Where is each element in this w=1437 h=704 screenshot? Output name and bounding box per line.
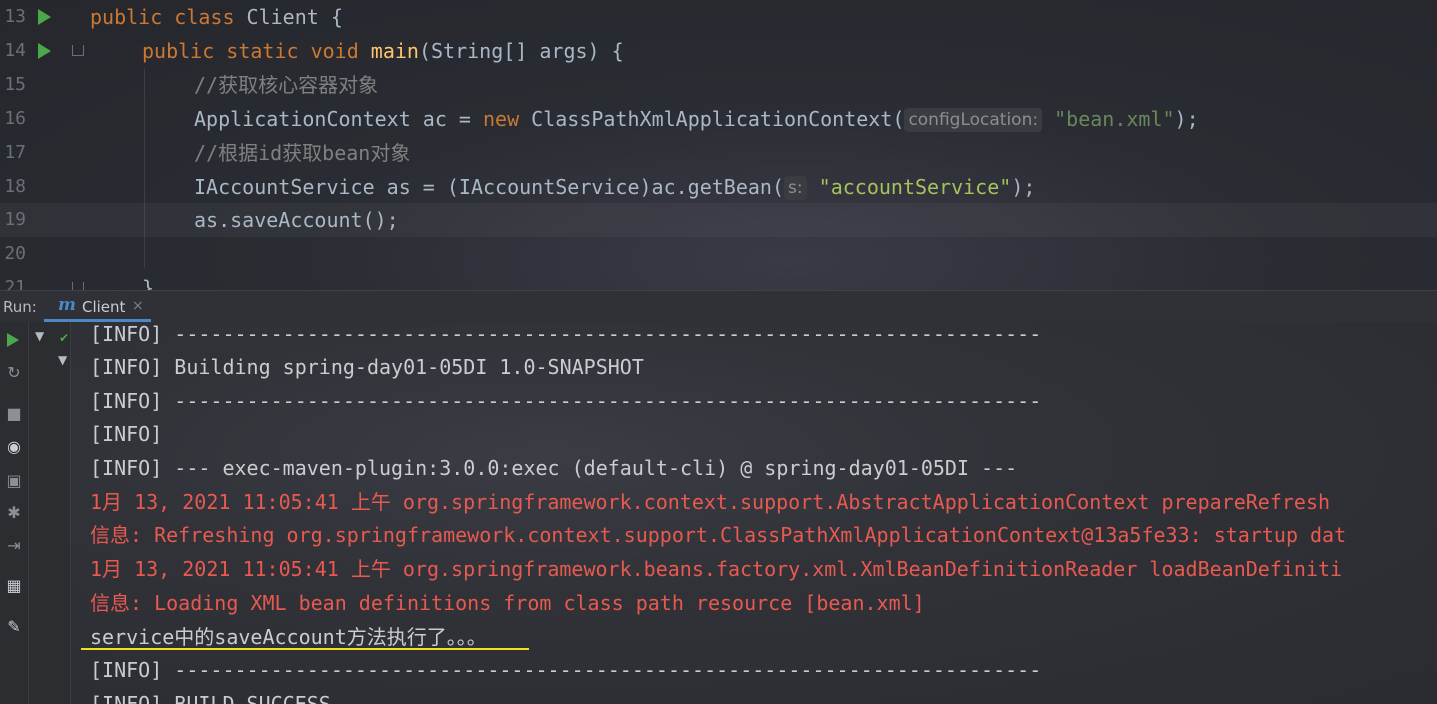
code-token: ClassPathXmlApplicationContext( xyxy=(531,107,905,131)
console-line: [INFO] xyxy=(90,422,163,446)
run-tool-window-header: Run: m Client × xyxy=(0,290,1437,324)
eye-icon[interactable]: ◉ xyxy=(3,436,25,458)
code-token: ApplicationContext ac = xyxy=(194,107,483,131)
code-token: new xyxy=(482,107,532,131)
code-line[interactable]: 17 //根据id获取bean对象 xyxy=(0,136,1437,170)
code-line[interactable]: 19 as.saveAccount(); xyxy=(0,203,1437,237)
code-token: //获取核心容器对象 xyxy=(194,73,379,97)
code-line[interactable]: 21} xyxy=(0,271,1437,290)
line-number: 21 xyxy=(4,277,26,290)
code-line[interactable]: 20 xyxy=(0,237,1437,271)
line-number: 17 xyxy=(4,142,26,163)
code-token: ); xyxy=(1174,107,1199,131)
code-text: as.saveAccount(); xyxy=(194,203,399,237)
console-line: [INFO] ---------------------------------… xyxy=(90,389,1042,413)
console-line: [INFO] ---------------------------------… xyxy=(90,322,1042,346)
line-number: 15 xyxy=(4,74,26,95)
line-number: 13 xyxy=(4,6,26,27)
chevron-down-icon[interactable]: ▼ xyxy=(35,329,44,343)
code-token: //根据id获取bean对象 xyxy=(194,141,411,165)
maven-icon: m xyxy=(58,295,76,315)
console-line: [INFO] Building spring-day01-05DI 1.0-SN… xyxy=(90,355,644,379)
console-line: service中的saveAccount方法执行了。。。 xyxy=(90,625,487,649)
code-token: Client { xyxy=(246,5,343,29)
code-line[interactable]: 15 //获取核心容器对象 xyxy=(0,68,1437,102)
code-line[interactable]: 18 IAccountService as = (IAccountService)… xyxy=(0,170,1437,204)
console-line: 信息: Loading XML bean definitions from cl… xyxy=(90,591,925,615)
line-number: 14 xyxy=(4,40,26,61)
code-text: IAccountService as = (IAccountService)ac… xyxy=(194,170,1035,204)
console-line: 1月 13, 2021 11:05:41 上午 org.springframew… xyxy=(90,557,1343,581)
run-tree: ▼ ✔ ▼ xyxy=(29,322,71,704)
code-line[interactable]: 16 ApplicationContext ac = new ClassPathX… xyxy=(0,102,1437,136)
code-token: public class xyxy=(90,5,247,29)
console-line: 信息: Refreshing org.springframework.conte… xyxy=(90,523,1347,547)
tab-label: Client xyxy=(82,298,126,316)
code-line[interactable]: 13 public class Client { xyxy=(0,0,1437,34)
stop-icon[interactable]: ■ xyxy=(3,403,25,425)
camera-icon[interactable]: ▣ xyxy=(3,470,25,492)
run-gutter-icon[interactable] xyxy=(38,43,51,59)
fold-icon[interactable] xyxy=(72,45,84,56)
rerun-icon[interactable]: ↻ xyxy=(3,362,25,384)
code-text: public class Client { xyxy=(90,0,343,34)
console-line: [INFO] ---------------------------------… xyxy=(90,658,1042,682)
code-token: "accountService" xyxy=(806,175,1012,199)
run-toolbar: ↻ ■ ◉ ▣ ✱ ⇥ ▦ ✎ xyxy=(0,322,29,704)
pin-icon[interactable]: ✎ xyxy=(3,616,25,638)
code-token: (String[] args) { xyxy=(418,39,624,63)
close-icon[interactable]: × xyxy=(132,298,144,314)
line-number: 16 xyxy=(4,108,26,129)
code-text: //根据id获取bean对象 xyxy=(194,136,410,170)
line-number: 20 xyxy=(4,243,26,264)
console-output[interactable]: [INFO] ---------------------------------… xyxy=(71,322,1437,704)
chevron-down-icon[interactable]: ▼ xyxy=(58,353,67,367)
console-line: [INFO] --- exec-maven-plugin:3.0.0:exec … xyxy=(90,456,1018,480)
code-text: ApplicationContext ac = new ClassPathXml… xyxy=(194,102,1199,136)
tab-client[interactable]: m Client × xyxy=(44,291,151,322)
code-editor[interactable]: 13 public class Client { 14 public static v… xyxy=(0,0,1437,290)
code-token: main xyxy=(370,39,419,63)
debug-icon[interactable]: ✱ xyxy=(3,502,25,524)
line-number: 18 xyxy=(4,176,26,197)
code-token: "bean.xml" xyxy=(1042,107,1175,131)
code-text: public static void main(String[] args) { xyxy=(142,34,624,68)
parameter-hint: configLocation: xyxy=(904,108,1043,132)
fold-icon[interactable] xyxy=(72,282,84,290)
code-token: ); xyxy=(1011,175,1036,199)
console-line: 1月 13, 2021 11:05:41 上午 org.springframew… xyxy=(90,490,1331,514)
code-line[interactable]: 14 public static void main(String[] args)… xyxy=(0,34,1437,68)
check-icon: ✔ xyxy=(59,331,70,345)
run-gutter-icon[interactable] xyxy=(38,9,51,25)
run-icon[interactable] xyxy=(7,333,19,347)
code-token: as.saveAccount(); xyxy=(194,208,399,232)
code-token: public static void xyxy=(142,39,371,63)
exit-icon[interactable]: ⇥ xyxy=(3,535,25,557)
layout-icon[interactable]: ▦ xyxy=(3,575,25,597)
code-text: //获取核心容器对象 xyxy=(194,68,378,102)
parameter-hint: s: xyxy=(784,176,807,200)
code-text: } xyxy=(142,271,154,290)
line-number: 19 xyxy=(4,209,26,230)
console-line: [INFO] BUILD SUCCESS xyxy=(90,692,331,704)
code-token: } xyxy=(142,276,155,290)
code-token: IAccountService as = (IAccountService)ac… xyxy=(194,175,785,199)
run-label: Run: xyxy=(3,298,37,316)
